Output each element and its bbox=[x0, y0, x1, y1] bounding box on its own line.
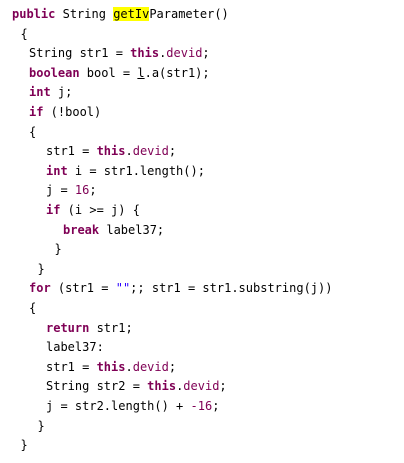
code-token: j = str2.length() + bbox=[46, 399, 191, 413]
code-token: devid bbox=[132, 144, 169, 159]
code-token: str1 = bbox=[46, 359, 97, 374]
code-line: j = 16; bbox=[46, 181, 97, 199]
code-token: } bbox=[54, 242, 62, 257]
code-token: str1 = bbox=[46, 144, 97, 159]
code-line: j = str2.length() + -16; bbox=[46, 397, 219, 415]
code-line: } bbox=[38, 417, 45, 435]
code-token: label37; bbox=[99, 222, 165, 237]
code-token: boolean bbox=[29, 65, 80, 80]
code-editor: public String getIvParameter(){String st… bbox=[0, 0, 404, 463]
code-token: "" bbox=[115, 281, 131, 296]
code-token: int bbox=[46, 163, 68, 178]
code-token: String str1 = bbox=[29, 46, 131, 61]
code-token: .a(str1); bbox=[144, 65, 210, 80]
code-token: . bbox=[125, 144, 133, 159]
code-token: this bbox=[96, 144, 126, 159]
code-line: boolean bool = l.a(str1); bbox=[29, 64, 210, 82]
code-line: String str1 = this.devid; bbox=[29, 44, 210, 62]
code-line: public String getIvParameter() bbox=[12, 5, 229, 23]
code-line: for (str1 = "";; str1 = str1.substring(j… bbox=[29, 279, 332, 297]
code-token: ; bbox=[202, 46, 210, 61]
code-line: { bbox=[29, 123, 36, 141]
code-token: return bbox=[46, 320, 90, 335]
code-line: { bbox=[29, 299, 36, 317]
code-token: (i >= j) { bbox=[60, 203, 140, 217]
code-token: -16 bbox=[190, 399, 213, 413]
code-token: } bbox=[37, 418, 45, 433]
code-token: ; bbox=[212, 399, 220, 413]
code-token: ; bbox=[219, 379, 227, 394]
code-token: devid bbox=[166, 46, 203, 61]
code-line: int j; bbox=[29, 83, 72, 101]
code-token: { bbox=[20, 26, 28, 41]
code-token: { bbox=[29, 124, 37, 139]
code-line: if (!bool) bbox=[29, 103, 101, 121]
code-token: devid bbox=[183, 379, 220, 394]
code-token: i = str1.length(); bbox=[67, 163, 205, 178]
code-token: ;; str1 = str1.substring(j)) bbox=[130, 281, 333, 296]
code-token: ; bbox=[168, 144, 177, 159]
code-token: } bbox=[37, 261, 45, 276]
code-line: { bbox=[21, 25, 28, 43]
code-token: String str2 = bbox=[46, 379, 148, 394]
code-token: (!bool) bbox=[43, 105, 102, 119]
code-token: j = bbox=[46, 183, 75, 198]
code-token: label37: bbox=[46, 340, 104, 355]
code-line: str1 = this.devid; bbox=[46, 358, 176, 376]
code-token: str1; bbox=[89, 320, 133, 335]
code-line: break label37; bbox=[63, 221, 164, 239]
highlighted-token: getIv bbox=[113, 7, 150, 21]
code-token: if bbox=[29, 105, 44, 119]
code-token: this bbox=[147, 379, 177, 394]
code-token: 16 bbox=[74, 183, 90, 198]
code-token: int bbox=[29, 85, 51, 100]
code-line: } bbox=[38, 260, 45, 278]
code-token: public bbox=[12, 7, 56, 21]
code-token: (str1 = bbox=[50, 281, 116, 296]
code-token: l bbox=[137, 65, 145, 80]
code-line: str1 = this.devid; bbox=[46, 142, 176, 160]
code-token: j; bbox=[50, 85, 73, 100]
code-line: } bbox=[21, 436, 28, 454]
code-line: label37: bbox=[46, 338, 104, 356]
code-token: String bbox=[62, 7, 106, 21]
code-token: break bbox=[63, 222, 100, 237]
code-token: bool = bbox=[79, 65, 138, 80]
code-line: String str2 = this.devid; bbox=[46, 377, 227, 395]
code-line: return str1; bbox=[46, 319, 133, 337]
code-line: int i = str1.length(); bbox=[46, 162, 205, 180]
code-token: devid bbox=[132, 359, 169, 374]
code-token: ; bbox=[168, 359, 177, 374]
code-token: . bbox=[125, 359, 133, 374]
code-token: this bbox=[96, 359, 126, 374]
code-token: { bbox=[29, 301, 37, 315]
code-token: } bbox=[20, 438, 28, 453]
code-token: for bbox=[29, 281, 51, 296]
code-line: if (i >= j) { bbox=[46, 201, 140, 219]
code-token: ; bbox=[89, 183, 97, 198]
code-line: } bbox=[55, 240, 62, 258]
code-token: Parameter() bbox=[149, 7, 229, 21]
code-token: if bbox=[46, 203, 61, 217]
code-token: this bbox=[130, 46, 160, 61]
